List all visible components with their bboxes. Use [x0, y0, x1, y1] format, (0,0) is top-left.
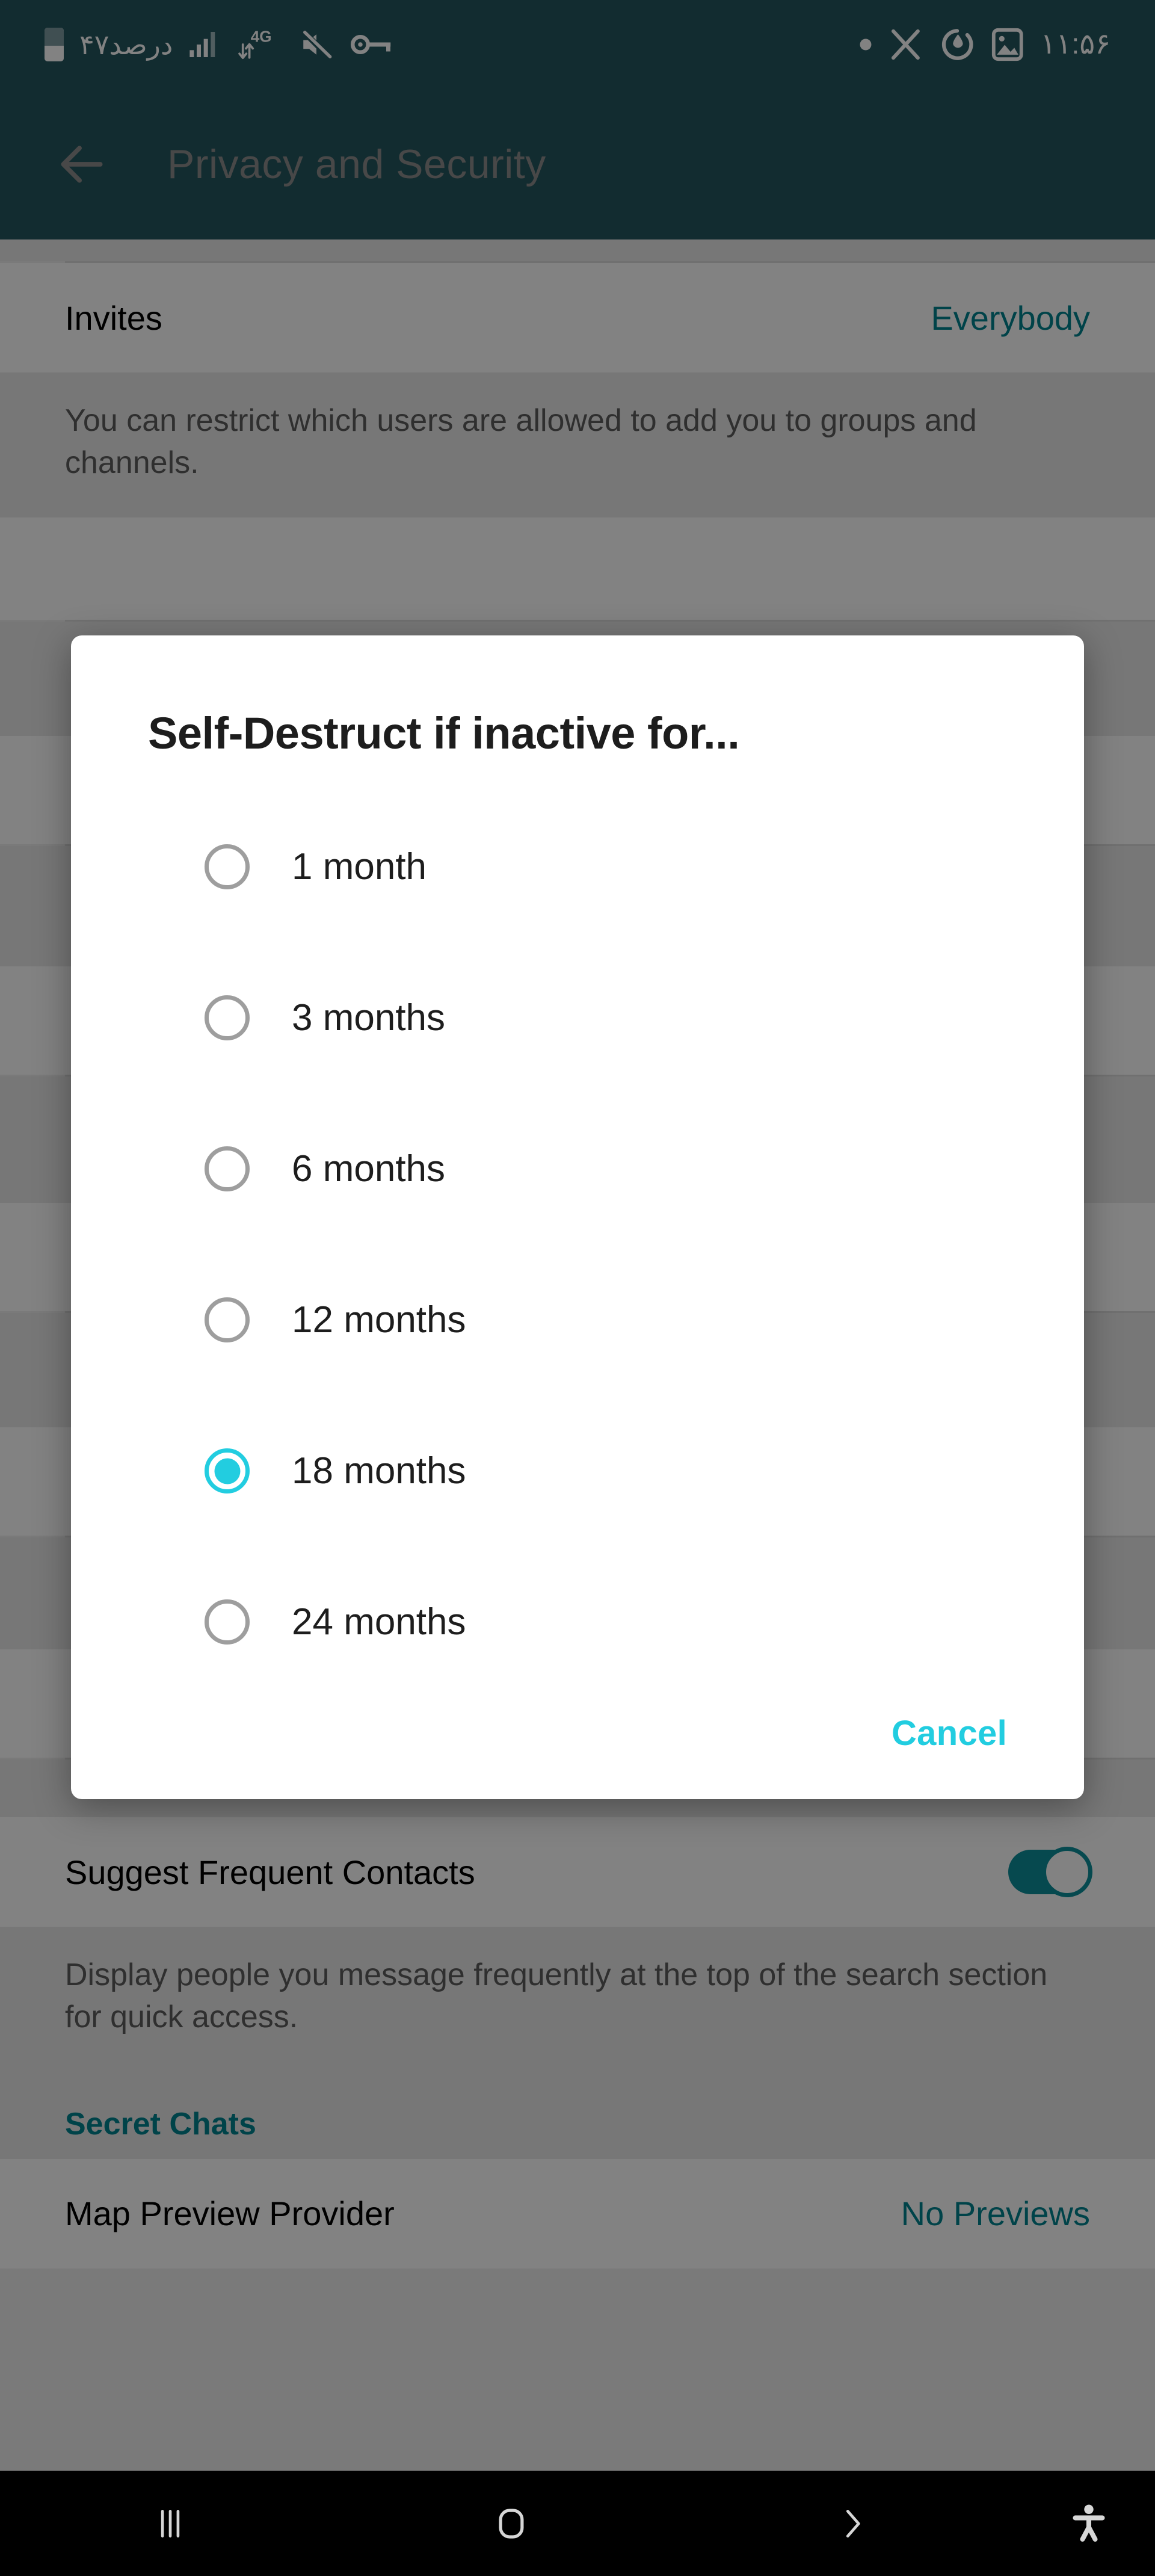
radio-circle-icon[interactable]: [205, 995, 250, 1040]
radio-option-18-months[interactable]: 18 months: [71, 1395, 1084, 1546]
home-icon: [499, 2508, 524, 2539]
radio-option-3-months[interactable]: 3 months: [71, 942, 1084, 1093]
radio-circle-icon[interactable]: [205, 1297, 250, 1342]
recent-apps-button[interactable]: [0, 2471, 341, 2576]
dialog-actions: Cancel: [71, 1697, 1084, 1788]
dialog-title: Self-Destruct if inactive for...: [148, 708, 740, 758]
accessibility-button[interactable]: [1023, 2501, 1155, 2546]
radio-label: 24 months: [292, 1601, 466, 1643]
radio-label: 1 month: [292, 846, 427, 888]
radio-option-12-months[interactable]: 12 months: [71, 1244, 1084, 1395]
radio-circle-icon[interactable]: [205, 1599, 250, 1645]
radio-option-6-months[interactable]: 6 months: [71, 1093, 1084, 1244]
back-button[interactable]: [682, 2471, 1023, 2576]
system-navigation-bar: [0, 2471, 1155, 2576]
recent-apps-icon: [161, 2509, 180, 2537]
home-button[interactable]: [341, 2471, 682, 2576]
radio-circle-selected-icon[interactable]: [205, 1448, 250, 1493]
radio-option-1-month[interactable]: 1 month: [71, 791, 1084, 942]
back-chevron-icon: [846, 2509, 860, 2537]
radio-label: 12 months: [292, 1299, 466, 1341]
radio-option-24-months[interactable]: 24 months: [71, 1546, 1084, 1697]
radio-circle-icon[interactable]: [205, 844, 250, 889]
radio-circle-icon[interactable]: [205, 1146, 250, 1191]
cancel-button[interactable]: Cancel: [892, 1713, 1007, 1753]
phone-screen: ۴۷درصد 4G ۱۱:۵۶ Privacy and Security Inv…: [0, 0, 1155, 2576]
self-destruct-dialog: Self-Destruct if inactive for... 1 month…: [71, 635, 1084, 1799]
radio-label: 6 months: [292, 1148, 446, 1190]
accessibility-icon: [1073, 2504, 1105, 2542]
radio-group[interactable]: 1 month 3 months 6 months 12 months 18 m…: [71, 777, 1084, 1697]
radio-label: 18 months: [292, 1450, 466, 1492]
radio-label: 3 months: [292, 997, 446, 1039]
